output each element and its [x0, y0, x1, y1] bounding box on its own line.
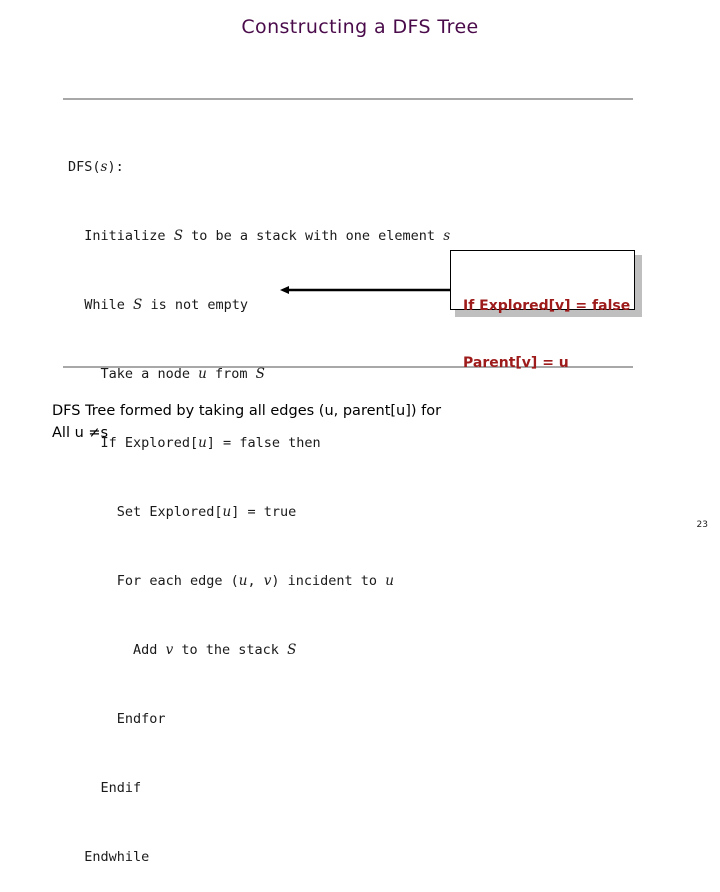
code-line: Add v to the stack S: [133, 642, 297, 658]
callout-line: If Explored[v] = false: [463, 298, 631, 314]
code-variable: v: [263, 573, 272, 589]
code-line: Set Explored[u] = true: [116, 504, 297, 520]
code-variable: S: [287, 642, 297, 658]
code-variable: s: [443, 228, 451, 244]
code-line: Initialize S to be a stack with one elem…: [84, 228, 451, 244]
code-variable: u: [198, 366, 207, 382]
code-variable: S: [255, 366, 265, 382]
code-line: For each edge (u, v) incident to u: [116, 573, 394, 589]
code-line: Endif: [100, 780, 142, 796]
caption-text: DFS Tree formed by taking all edges (u, …: [52, 400, 572, 444]
code-variable: u: [222, 504, 232, 520]
code-variable: v: [165, 642, 174, 658]
caption-line: DFS Tree formed by taking all edges (u, …: [52, 403, 442, 419]
code-variable: u: [385, 573, 394, 589]
code-line: DFS(s):: [68, 159, 124, 175]
code-variable: S: [173, 228, 183, 244]
callout-box: If Explored[v] = false Parent[v] = u: [450, 250, 635, 371]
horizontal-rule-top: [63, 98, 633, 100]
page-number: 23: [696, 520, 708, 530]
code-line: Take a node u from S: [100, 366, 265, 382]
code-line: Endfor: [116, 711, 166, 727]
pseudocode-block: DFS(s): Initialize S to be a stack with …: [68, 110, 488, 892]
page-title: Constructing a DFS Tree: [241, 16, 479, 38]
callout-line: Parent[v] = u: [463, 355, 569, 371]
callout-text: If Explored[v] = false Parent[v] = u: [463, 259, 630, 411]
code-line: Endwhile: [84, 849, 150, 865]
caption-line: All u ≠s: [52, 425, 109, 441]
callout-arrow-icon: [280, 286, 452, 294]
code-variable: s: [100, 159, 108, 175]
code-variable: u: [238, 573, 248, 589]
code-variable: S: [133, 297, 143, 313]
